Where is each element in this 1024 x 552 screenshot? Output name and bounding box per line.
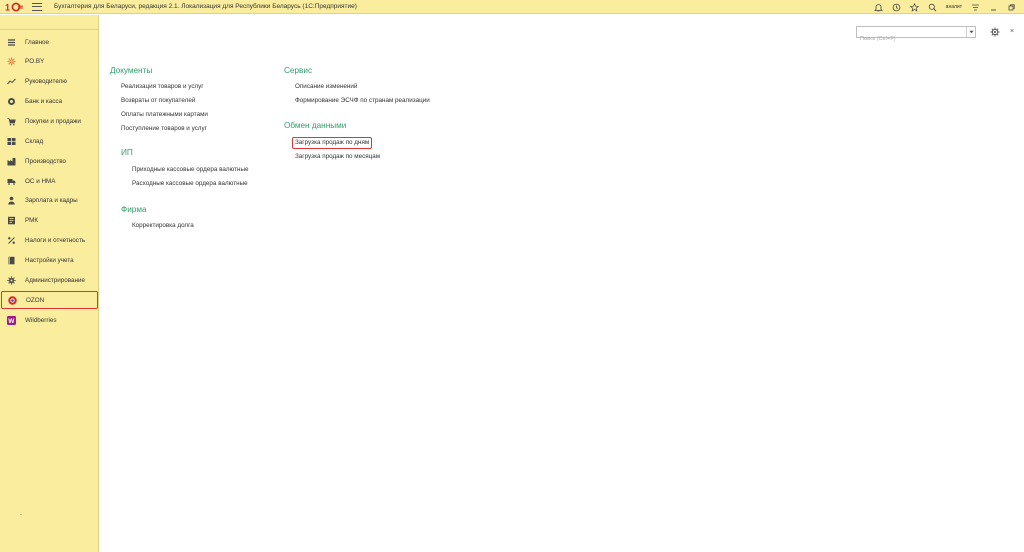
sidebar-item-administration[interactable]: Администрирование: [1, 272, 98, 288]
truck-icon: [7, 177, 16, 186]
sidebar-item-accounting-settings[interactable]: Настройки учета: [1, 252, 98, 268]
percent-icon: [7, 236, 16, 245]
sun-icon: [7, 57, 16, 66]
gear-icon: [7, 275, 16, 285]
close-icon[interactable]: ×: [1008, 27, 1016, 37]
coin-icon: [7, 97, 16, 106]
search-dropdown-button[interactable]: [966, 27, 975, 37]
svg-text:1: 1: [5, 2, 10, 12]
link-card-payments[interactable]: Оплаты платежными картами: [121, 111, 208, 119]
sidebar-footer-mark: -: [20, 512, 22, 518]
group-title-documents: Документы: [110, 66, 153, 75]
sidebar-divider: [0, 29, 98, 30]
svg-text:W: W: [8, 318, 15, 325]
main-content: × Документы Реализация товаров и услуг В…: [100, 15, 1024, 552]
link-changes-description[interactable]: Описание изменений: [295, 83, 357, 91]
person-icon: [7, 196, 16, 205]
sidebar-item-poby[interactable]: PO.BY: [1, 53, 98, 69]
sidebar-item-bank[interactable]: Банк и касса: [1, 93, 98, 109]
wildberries-icon: W: [7, 315, 16, 325]
group-title-ip: ИП: [121, 148, 133, 157]
window-title: Бухгалтерия для Беларуси, редакция 2.1. …: [54, 3, 357, 10]
search-box: [856, 26, 976, 44]
ozon-icon: [8, 295, 17, 305]
bell-icon[interactable]: [873, 3, 883, 12]
link-esschf-by-countries[interactable]: Формирование ЭСЧФ по странам реализации: [295, 97, 430, 105]
group-title-firma: Фирма: [121, 205, 147, 214]
settings-gear-icon[interactable]: [990, 27, 1000, 37]
register-icon: [7, 216, 16, 225]
link-currency-receipt-orders[interactable]: Приходные кассовые ордера валютные: [132, 166, 249, 174]
book-icon: [7, 256, 16, 265]
sidebar-item-wildberries[interactable]: W Wildberries: [1, 312, 98, 328]
link-load-sales-by-month[interactable]: Загрузка продаж по месяцам: [295, 153, 380, 161]
minimize-icon[interactable]: [989, 3, 998, 12]
group-title-service: Сервис: [284, 66, 313, 75]
link-goods-receipt[interactable]: Поступление товаров и услуг: [121, 125, 207, 133]
list-icon: [7, 38, 16, 47]
link-debt-adjustment[interactable]: Корректировка долга: [132, 222, 194, 230]
main-menu-icon[interactable]: [32, 2, 42, 11]
link-load-sales-by-day[interactable]: Загрузка продаж по дням: [292, 137, 373, 149]
sidebar-item-taxes[interactable]: Налоги и отчетность: [1, 232, 98, 248]
sidebar-item-director[interactable]: Руководителю: [1, 73, 98, 89]
1c-logo[interactable]: 1: [4, 0, 26, 14]
group-title-data-exchange: Обмен данными: [284, 121, 347, 130]
sidebar-item-main[interactable]: Главное: [1, 34, 98, 50]
user-name[interactable]: аналит: [946, 4, 962, 10]
star-icon[interactable]: [909, 2, 919, 12]
sidebar-item-fixed-assets[interactable]: ОС и НМА: [1, 173, 98, 189]
link-sales-of-goods[interactable]: Реализация товаров и услуг: [121, 83, 204, 91]
trend-icon: [7, 77, 16, 86]
restore-icon[interactable]: [1007, 3, 1016, 12]
settings-menu-icon[interactable]: [971, 3, 980, 12]
link-customer-returns[interactable]: Возвраты от покупателей: [121, 97, 195, 105]
sidebar-item-ozon[interactable]: OZON: [1, 291, 98, 309]
sidebar: Главное PO.BY Руководителю Банк и касса …: [0, 15, 99, 552]
search-icon[interactable]: [928, 3, 937, 12]
sidebar-item-production[interactable]: Производство: [1, 153, 98, 169]
sidebar-item-purchases-sales[interactable]: Покупки и продажи: [1, 113, 98, 129]
sidebar-item-rmk[interactable]: РМК: [1, 212, 98, 228]
warehouse-icon: [7, 137, 16, 146]
cart-icon: [7, 117, 16, 126]
history-icon[interactable]: [892, 3, 901, 12]
factory-icon: [7, 157, 16, 166]
sidebar-item-salary[interactable]: Зарплата и кадры: [1, 192, 98, 208]
sidebar-item-warehouse[interactable]: Склад: [1, 133, 98, 149]
title-bar: 1 Бухгалтерия для Беларуси, редакция 2.1…: [0, 0, 1024, 14]
search-input[interactable]: [857, 34, 967, 44]
link-currency-expense-orders[interactable]: Расходные кассовые ордера валютные: [132, 180, 248, 188]
